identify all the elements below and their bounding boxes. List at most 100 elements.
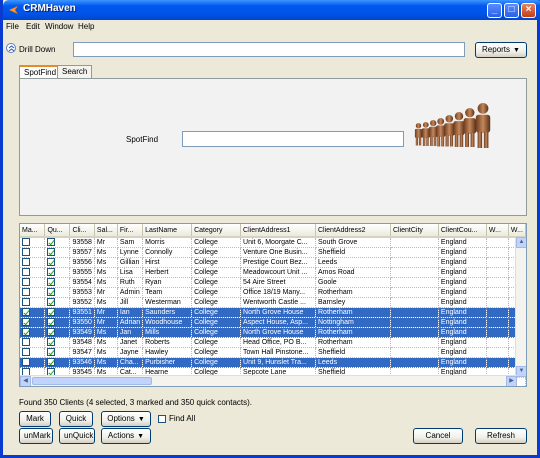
table-cell: College	[191, 317, 242, 328]
column-header[interactable]: W...	[486, 224, 509, 238]
close-icon[interactable]: ×	[521, 3, 536, 18]
quick-checkbox[interactable]	[47, 238, 56, 247]
table-cell	[486, 337, 509, 348]
mark-checkbox[interactable]	[22, 288, 30, 297]
column-header[interactable]: Category	[191, 224, 242, 238]
quick-checkbox[interactable]	[47, 338, 56, 347]
mark-button[interactable]: Mark	[19, 411, 51, 427]
table-row[interactable]: 93552 Ms Jill Westerman College Wentworth Cas…	[20, 297, 526, 308]
quick-checkbox[interactable]	[47, 358, 56, 367]
quick-checkbox[interactable]	[47, 308, 56, 317]
column-header[interactable]: ClientAddress1	[240, 224, 316, 238]
horizontal-scroll-thumb[interactable]	[32, 377, 152, 385]
quick-checkbox[interactable]	[47, 278, 56, 287]
column-header[interactable]: Cli...	[69, 224, 95, 238]
grid-header-row: Ma... Qu... Cli... Sal... Fir... LastName Cate…	[20, 224, 526, 238]
table-cell: College	[191, 307, 242, 318]
collapse-chevron-icon[interactable]	[6, 43, 16, 53]
unmark-button[interactable]: unMark	[19, 428, 53, 444]
table-cell: Gillian	[117, 257, 144, 268]
table-row[interactable]: 93553 Mr Admin Team College Office 18/19 Many…	[20, 287, 526, 298]
mark-checkbox[interactable]	[22, 308, 30, 317]
table-row[interactable]: 93547 Ms Jayne Hawley College Town Hall Pinst…	[20, 347, 526, 358]
table-cell: Aspect House, Asp...	[240, 317, 316, 328]
table-row[interactable]: 93557 Ms Lynne Connolly College Venture One B…	[20, 247, 526, 258]
quick-button[interactable]: Quick	[59, 411, 93, 427]
table-cell: Venture One Busin...	[240, 247, 316, 258]
column-header[interactable]: Qu...	[44, 224, 71, 238]
mark-checkbox[interactable]	[22, 358, 30, 367]
quick-checkbox[interactable]	[47, 348, 56, 357]
table-row[interactable]: 93554 Ms Ruth Ryan College 54 Aire Street Gool…	[20, 277, 526, 288]
mark-checkbox[interactable]	[22, 278, 30, 287]
table-row[interactable]: 93556 Ms Gillian Hirst College Prestige Court…	[20, 257, 526, 268]
column-header[interactable]: ClientCou...	[438, 224, 487, 238]
find-all-check-icon[interactable]	[158, 414, 166, 423]
tab-search[interactable]: Search	[57, 65, 93, 78]
table-row[interactable]: 93555 Ms Lisa Herbert College Meadowcourt Uni…	[20, 267, 526, 278]
minimize-icon[interactable]: _	[487, 3, 502, 18]
quick-checkbox[interactable]	[47, 258, 56, 267]
refresh-button[interactable]: Refresh	[475, 428, 527, 444]
mark-checkbox[interactable]	[22, 338, 30, 347]
mark-checkbox[interactable]	[22, 328, 30, 337]
table-row[interactable]: 93548 Ms Janet Roberts College Head Office, P…	[20, 337, 526, 348]
table-cell: Leeds	[315, 357, 391, 368]
scroll-right-icon[interactable]: ▶	[506, 376, 517, 386]
unquick-button[interactable]: unQuick	[59, 428, 95, 444]
mark-checkbox[interactable]	[22, 298, 30, 307]
mark-checkbox[interactable]	[22, 268, 30, 277]
scroll-down-icon[interactable]: ▼	[516, 366, 526, 377]
menu-window[interactable]: Window	[45, 22, 73, 31]
menu-file[interactable]: File	[6, 22, 19, 31]
quick-cell	[44, 297, 71, 308]
drill-down-input[interactable]	[73, 42, 465, 57]
quick-checkbox[interactable]	[47, 288, 56, 297]
title-bar[interactable]: CRMHaven _ □ ×	[3, 0, 540, 20]
table-row[interactable]: 93558 Mr Sam Morris College Unit 6, Moorgate …	[20, 237, 526, 248]
quick-checkbox[interactable]	[47, 298, 56, 307]
quick-checkbox[interactable]	[47, 318, 56, 327]
reports-button[interactable]: Reports ▼	[475, 42, 527, 58]
quick-checkbox[interactable]	[47, 248, 56, 257]
table-cell: Mills	[142, 327, 193, 338]
mark-checkbox[interactable]	[22, 258, 30, 267]
clients-grid[interactable]: Ma... Qu... Cli... Sal... Fir... LastName Cate…	[19, 223, 527, 387]
vertical-scrollbar[interactable]: ▲ ▼	[515, 237, 526, 377]
column-header[interactable]: W...	[508, 224, 526, 238]
horizontal-scrollbar[interactable]: ◀ ▶	[20, 375, 517, 386]
quick-cell	[44, 247, 71, 258]
table-row[interactable]: 93546 Ms Cha... Purbisher College Unit 9, Hun…	[20, 357, 526, 368]
mark-checkbox[interactable]	[22, 318, 30, 327]
table-cell	[390, 287, 439, 298]
menu-edit[interactable]: Edit	[26, 22, 40, 31]
table-row[interactable]: 93551 Mr Ian Saunders College North Grove Hou…	[20, 307, 526, 318]
scroll-up-icon[interactable]: ▲	[516, 237, 526, 248]
table-row[interactable]: 93550 Mr Adrian Woodhouse College Aspect Hous…	[20, 317, 526, 328]
spotfind-input[interactable]	[182, 131, 404, 147]
options-button[interactable]: Options ▼	[101, 411, 151, 427]
mark-checkbox[interactable]	[22, 348, 30, 357]
table-cell: Adrian	[117, 317, 144, 328]
tab-spotfind[interactable]: SpotFind	[19, 65, 62, 79]
scroll-left-icon[interactable]: ◀	[20, 376, 31, 386]
table-cell: Westerman	[142, 297, 193, 308]
column-header[interactable]: LastName	[142, 224, 193, 238]
actions-button[interactable]: Actions ▼	[101, 428, 151, 444]
maximize-icon[interactable]: □	[504, 3, 519, 18]
column-header[interactable]: ClientAddress2	[315, 224, 391, 238]
table-row[interactable]: 93549 Ms Jan Mills College North Grove House R…	[20, 327, 526, 338]
cancel-button[interactable]: Cancel	[413, 428, 463, 444]
mark-checkbox[interactable]	[22, 248, 30, 257]
menu-help[interactable]: Help	[78, 22, 94, 31]
mark-checkbox[interactable]	[22, 238, 30, 247]
quick-checkbox[interactable]	[47, 328, 56, 337]
dropdown-arrow-icon: ▼	[513, 47, 520, 54]
table-cell: College	[191, 297, 242, 308]
quick-checkbox[interactable]	[47, 268, 56, 277]
find-all-checkbox[interactable]: Find All	[158, 414, 195, 423]
column-header[interactable]: ClientCity	[390, 224, 439, 238]
column-header[interactable]: Fir...	[117, 224, 144, 238]
column-header[interactable]: Sal...	[94, 224, 118, 238]
column-header[interactable]: Ma...	[20, 224, 46, 238]
